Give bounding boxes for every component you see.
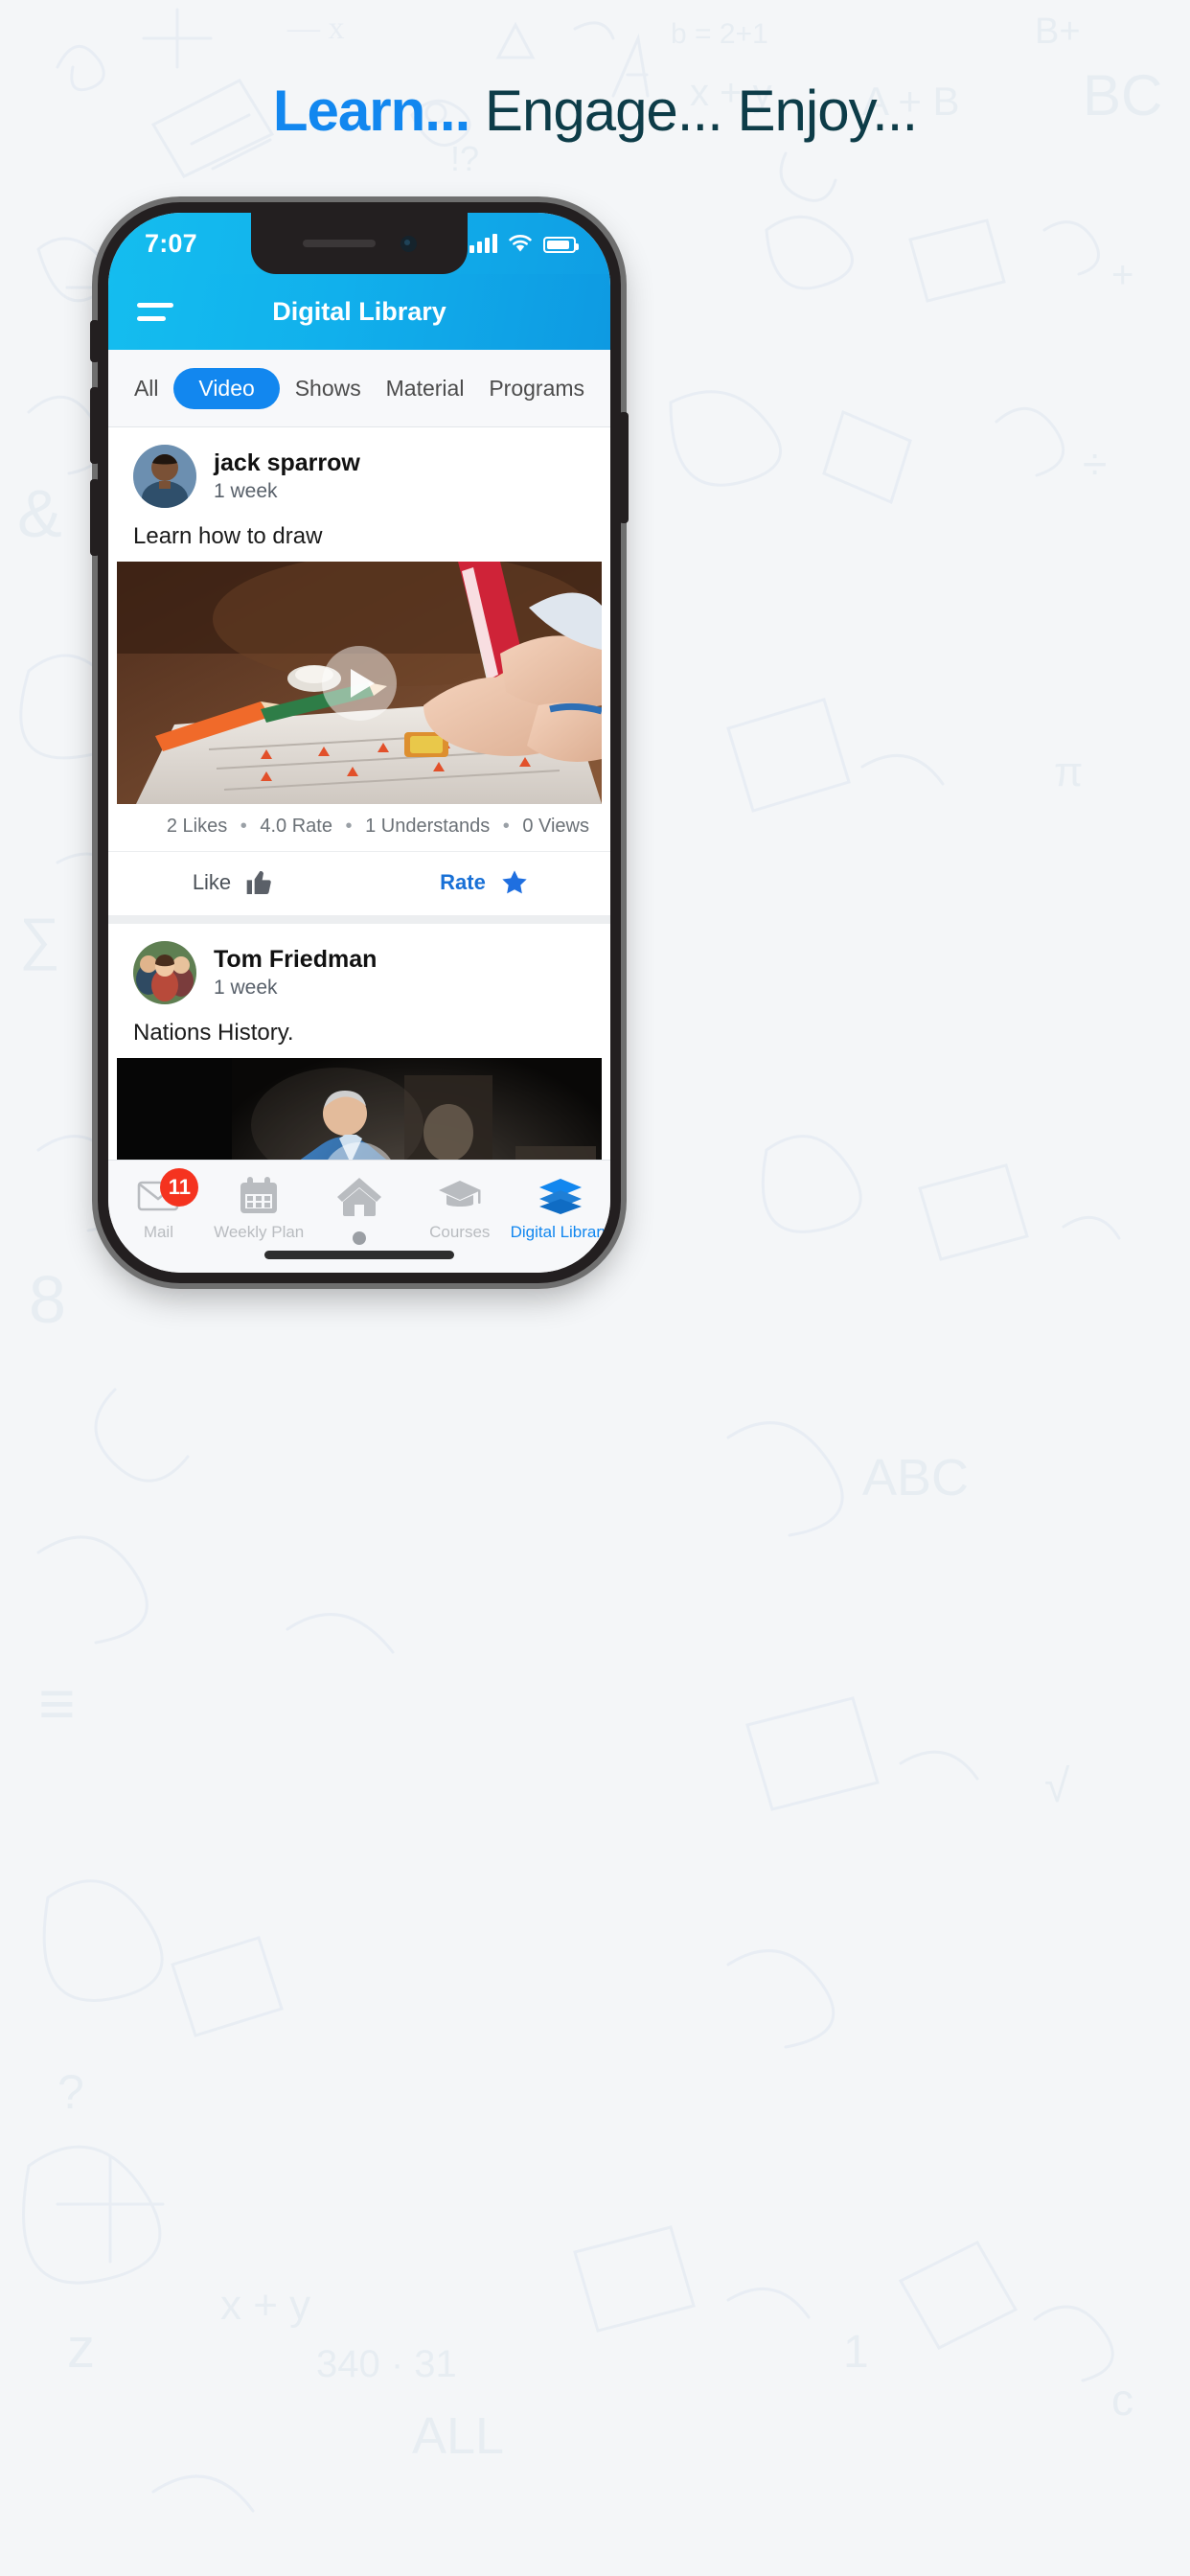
books-icon xyxy=(538,1176,584,1216)
tab-programs[interactable]: Programs xyxy=(479,369,594,408)
headline-rest: Engage... Enjoy... xyxy=(469,79,918,143)
app-title: Digital Library xyxy=(272,297,446,326)
app-header: Digital Library xyxy=(108,274,610,350)
tab-material[interactable]: Material xyxy=(377,369,474,408)
hamburger-menu-icon[interactable] xyxy=(137,303,173,321)
svg-text:c: c xyxy=(1111,2375,1133,2425)
post-timestamp: 1 week xyxy=(214,479,278,502)
svg-text:&: & xyxy=(17,476,62,551)
svg-text:+: + xyxy=(1111,254,1133,296)
feed-post: jack sparrow 1 week Learn how to draw 2 … xyxy=(108,427,610,915)
feed-post: Tom Friedman 1 week Nations History. xyxy=(108,924,610,1160)
rate-button[interactable]: Rate xyxy=(359,867,610,898)
svg-text:?: ? xyxy=(57,2065,84,2119)
svg-text:√: √ xyxy=(1044,1761,1070,1812)
like-button-label: Like xyxy=(192,870,232,894)
post-header: jack sparrow 1 week xyxy=(108,427,610,518)
tab-shows[interactable]: Shows xyxy=(286,369,371,408)
post-timestamp: 1 week xyxy=(214,976,278,999)
post-action-bar: Like Rate xyxy=(108,851,610,915)
tab-all[interactable]: All xyxy=(125,369,169,408)
thumbs-up-icon xyxy=(246,870,271,895)
stat-understands: 1 Understands xyxy=(365,816,491,837)
svg-text:b = 2+1: b = 2+1 xyxy=(671,18,768,50)
svg-text:∑: ∑ xyxy=(19,907,60,971)
post-caption: Learn how to draw xyxy=(133,523,323,549)
nav-label-mail: Mail xyxy=(143,1223,173,1241)
svg-text:π: π xyxy=(1054,748,1083,795)
stat-views: 0 Views xyxy=(522,816,589,837)
stat-separator: • xyxy=(345,816,353,837)
phone-volume-up-button[interactable] xyxy=(90,387,100,464)
post-author-block: Tom Friedman 1 week xyxy=(214,945,377,1001)
front-camera xyxy=(400,235,417,252)
svg-text:ALL: ALL xyxy=(412,2407,504,2465)
like-button[interactable]: Like xyxy=(108,867,359,898)
nav-label-digital-library: Digital Library xyxy=(510,1223,610,1241)
phone-notch xyxy=(251,213,468,274)
svg-text:x + y: x + y xyxy=(220,2282,310,2329)
post-author-block: jack sparrow 1 week xyxy=(214,448,360,505)
post-video-thumbnail[interactable] xyxy=(117,562,602,804)
nav-item-digital-library[interactable]: Digital Library xyxy=(510,1176,610,1242)
post-stats: 2 Likes • 4.0 Rate • 1 Understands • 0 V… xyxy=(108,804,610,851)
svg-text:≡: ≡ xyxy=(38,1668,76,1738)
nav-item-mail[interactable]: 11 Mail xyxy=(108,1168,209,1242)
nav-item-courses[interactable]: Courses xyxy=(409,1176,510,1242)
signal-bars-icon xyxy=(469,234,497,253)
svg-text:— x: — x xyxy=(286,11,345,46)
svg-text:÷: ÷ xyxy=(1083,439,1107,489)
svg-text:!?: !? xyxy=(450,139,479,178)
post-caption: Nations History. xyxy=(133,1020,294,1046)
nav-label-weekly-plan: Weekly Plan xyxy=(214,1223,305,1241)
svg-text:z: z xyxy=(67,2317,95,2380)
stat-likes: 2 Likes xyxy=(166,816,228,837)
stat-separator: • xyxy=(502,816,510,837)
earpiece-speaker xyxy=(302,240,376,247)
status-bar-time: 7:07 xyxy=(145,228,197,258)
headline-accent: Learn... xyxy=(272,79,470,143)
nav-label-courses: Courses xyxy=(429,1223,491,1241)
tab-video[interactable]: Video xyxy=(173,367,280,409)
phone-mockup: 7:07 Digital Library All Video Shows Mat… xyxy=(98,202,621,1283)
promo-headline: Learn... Engage... Enjoy... xyxy=(0,80,1190,141)
content-feed[interactable]: jack sparrow 1 week Learn how to draw 2 … xyxy=(108,427,610,1160)
mail-icon: 11 xyxy=(137,1168,199,1216)
graduation-cap-icon xyxy=(438,1176,482,1216)
wifi-icon xyxy=(509,235,532,252)
calendar-icon xyxy=(239,1176,279,1216)
svg-text:1: 1 xyxy=(843,2327,869,2378)
avatar[interactable] xyxy=(133,941,196,1004)
home-icon xyxy=(336,1176,382,1216)
svg-text:ABC: ABC xyxy=(862,1449,969,1506)
nav-item-home[interactable] xyxy=(309,1176,410,1245)
phone-screen: 7:07 Digital Library All Video Shows Mat… xyxy=(108,213,610,1273)
phone-power-button[interactable] xyxy=(619,412,629,523)
filter-tab-bar: All Video Shows Material Programs xyxy=(108,350,610,427)
post-author-name: jack sparrow xyxy=(214,448,360,476)
stat-rate: 4.0 Rate xyxy=(260,816,332,837)
home-indicator[interactable] xyxy=(264,1251,454,1259)
svg-text:8: 8 xyxy=(29,1262,66,1337)
post-header: Tom Friedman 1 week xyxy=(108,924,610,1014)
play-icon[interactable] xyxy=(322,645,397,721)
battery-icon xyxy=(543,237,579,253)
home-active-dot xyxy=(352,1231,366,1245)
rate-button-label: Rate xyxy=(440,870,486,894)
avatar[interactable] xyxy=(133,445,196,508)
post-video-thumbnail[interactable]: e 19 Age 47 xyxy=(117,1058,602,1160)
stat-separator: • xyxy=(240,816,247,837)
mail-badge: 11 xyxy=(160,1168,199,1207)
post-author-name: Tom Friedman xyxy=(214,945,378,973)
phone-mute-switch[interactable] xyxy=(90,320,100,362)
phone-volume-down-button[interactable] xyxy=(90,479,100,556)
star-icon xyxy=(502,870,527,894)
svg-text:340 · 31: 340 · 31 xyxy=(316,2343,457,2385)
svg-text:B+: B+ xyxy=(1035,12,1081,52)
nav-item-weekly-plan[interactable]: Weekly Plan xyxy=(209,1176,309,1242)
status-bar-icons xyxy=(469,234,579,253)
